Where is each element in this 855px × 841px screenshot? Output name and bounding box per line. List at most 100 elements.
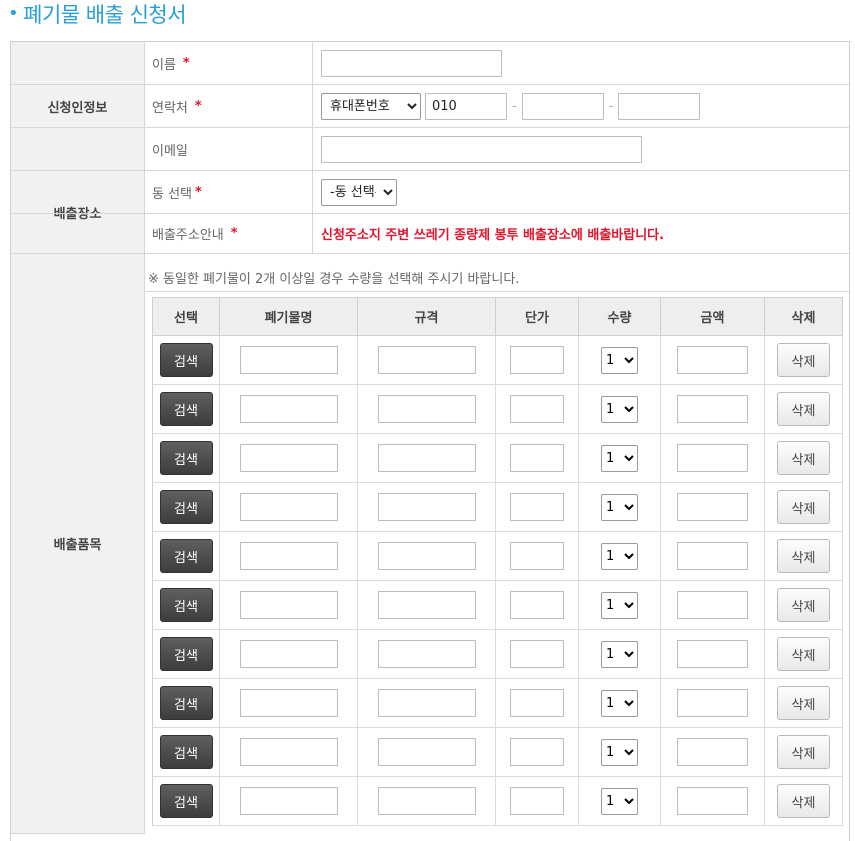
unit-price-input[interactable] — [510, 640, 564, 668]
select-cell: 검색 — [152, 531, 220, 581]
search-button[interactable]: 검색 — [159, 343, 213, 377]
address-notice: 신청주소지 주변 쓰레기 종량제 봉투 배출장소에 배출바랍니다. — [321, 228, 665, 243]
table-row: 검색 1 삭제 — [152, 580, 843, 630]
amount-input[interactable] — [677, 591, 748, 619]
spec-input[interactable] — [377, 493, 476, 521]
phone-separator: - — [512, 98, 517, 114]
quantity-select[interactable]: 1 — [601, 444, 638, 472]
delete-button[interactable]: 삭제 — [777, 588, 830, 622]
waste-name-input[interactable] — [239, 738, 338, 766]
amount-input[interactable] — [677, 346, 748, 374]
waste-name-input[interactable] — [239, 640, 338, 668]
delete-button[interactable]: 삭제 — [777, 441, 830, 475]
amount-input[interactable] — [677, 738, 748, 766]
phone-middle-input[interactable] — [521, 92, 604, 120]
items-notice: ※ 동일한 폐기물이 2개 이상일 경우 수량을 선택해 주시기 바랍니다. — [148, 272, 520, 287]
phone-prefix-input[interactable] — [425, 92, 507, 120]
quantity-select[interactable]: 1 — [601, 493, 638, 521]
unit-price-input[interactable] — [510, 493, 564, 521]
unit-price-input[interactable] — [510, 738, 564, 766]
spec-input[interactable] — [377, 689, 476, 717]
required-mark: * — [194, 98, 202, 114]
delete-button[interactable]: 삭제 — [777, 539, 830, 573]
delete-button[interactable]: 삭제 — [777, 784, 830, 818]
unit-price-cell — [495, 384, 579, 434]
search-button[interactable]: 검색 — [159, 539, 213, 573]
search-button[interactable]: 검색 — [159, 735, 213, 769]
spec-input[interactable] — [377, 787, 476, 815]
search-button[interactable]: 검색 — [159, 784, 213, 818]
quantity-cell: 1 — [578, 384, 661, 434]
waste-name-input[interactable] — [239, 591, 338, 619]
spec-input[interactable] — [377, 444, 476, 472]
phone-separator: - — [608, 98, 614, 114]
waste-name-input[interactable] — [239, 346, 338, 374]
spec-input[interactable] — [377, 346, 476, 374]
waste-name-input[interactable] — [239, 493, 338, 521]
delete-button[interactable]: 삭제 — [777, 392, 830, 426]
name-input[interactable] — [321, 49, 502, 77]
unit-price-input[interactable] — [510, 591, 564, 619]
contact-label: 연락처 * — [146, 85, 313, 127]
search-button[interactable]: 검색 — [159, 686, 213, 720]
required-mark: * — [182, 55, 190, 71]
waste-name-cell — [219, 531, 358, 581]
quantity-cell: 1 — [578, 433, 661, 483]
spec-input[interactable] — [377, 738, 476, 766]
phone-last-input[interactable] — [618, 92, 701, 120]
unit-price-input[interactable] — [510, 689, 564, 717]
search-button[interactable]: 검색 — [159, 637, 213, 671]
delete-cell: 삭제 — [764, 433, 843, 483]
unit-price-input[interactable] — [510, 787, 564, 815]
unit-price-input[interactable] — [510, 395, 564, 423]
search-button[interactable]: 검색 — [159, 490, 213, 524]
waste-name-input[interactable] — [239, 689, 338, 717]
dong-select[interactable]: -동 선택- — [321, 178, 397, 206]
search-button[interactable]: 검색 — [159, 588, 213, 622]
search-button[interactable]: 검색 — [159, 392, 213, 426]
quantity-select[interactable]: 1 — [601, 738, 638, 766]
amount-input[interactable] — [677, 640, 748, 668]
quantity-select[interactable]: 1 — [601, 640, 638, 668]
spec-input[interactable] — [377, 395, 476, 423]
amount-input[interactable] — [677, 689, 748, 717]
col-delete: 삭제 — [764, 297, 843, 336]
amount-input[interactable] — [677, 395, 748, 423]
col-quantity: 수량 — [578, 297, 661, 336]
delete-button[interactable]: 삭제 — [777, 343, 830, 377]
email-label: 이메일 — [146, 128, 313, 170]
waste-name-input[interactable] — [239, 542, 338, 570]
amount-input[interactable] — [677, 787, 748, 815]
delete-button[interactable]: 삭제 — [777, 735, 830, 769]
unit-price-input[interactable] — [510, 346, 564, 374]
quantity-select[interactable]: 1 — [601, 787, 638, 815]
delete-cell: 삭제 — [764, 727, 843, 777]
quantity-cell: 1 — [578, 335, 661, 385]
delete-button[interactable]: 삭제 — [777, 490, 830, 524]
spec-input[interactable] — [377, 640, 476, 668]
email-input[interactable] — [321, 135, 642, 163]
amount-input[interactable] — [677, 493, 748, 521]
waste-name-input[interactable] — [239, 787, 338, 815]
col-select: 선택 — [152, 297, 220, 336]
spec-input[interactable] — [377, 542, 476, 570]
spec-input[interactable] — [377, 591, 476, 619]
amount-cell — [660, 727, 765, 777]
search-button[interactable]: 검색 — [159, 441, 213, 475]
amount-input[interactable] — [677, 542, 748, 570]
quantity-select[interactable]: 1 — [601, 395, 638, 423]
delete-button[interactable]: 삭제 — [777, 686, 830, 720]
quantity-select[interactable]: 1 — [601, 346, 638, 374]
waste-name-cell — [219, 629, 358, 679]
phone-type-select[interactable]: 휴대폰번호 — [321, 92, 421, 120]
unit-price-input[interactable] — [510, 444, 564, 472]
delete-button[interactable]: 삭제 — [777, 637, 830, 671]
amount-input[interactable] — [677, 444, 748, 472]
unit-price-input[interactable] — [510, 542, 564, 570]
quantity-select[interactable]: 1 — [601, 542, 638, 570]
items-table: 선택 폐기물명 규격 단가 수량 금액 삭제 검색 1 삭제 검색 1 삭제 검색 1 삭제 검색… — [152, 297, 843, 826]
quantity-select[interactable]: 1 — [601, 689, 638, 717]
waste-name-input[interactable] — [239, 444, 338, 472]
quantity-select[interactable]: 1 — [601, 591, 638, 619]
waste-name-input[interactable] — [239, 395, 338, 423]
